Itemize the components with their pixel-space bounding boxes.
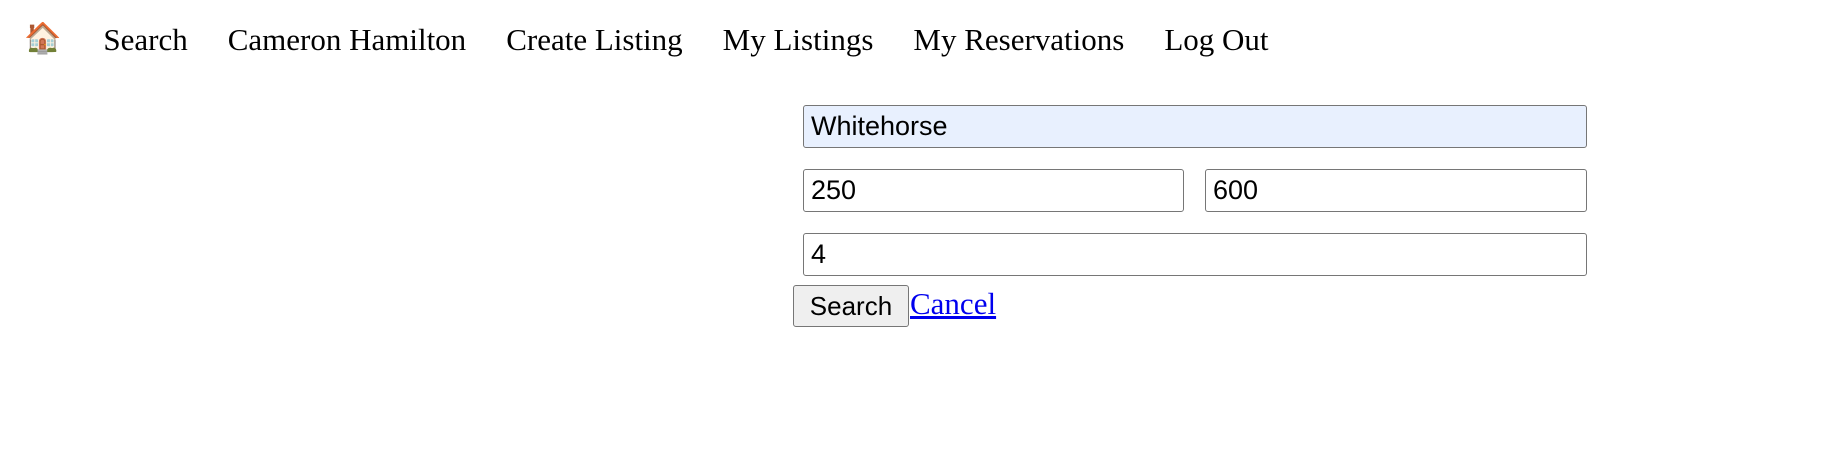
nav-log-out-link[interactable]: Log Out — [1164, 24, 1268, 55]
nav-user-profile-link[interactable]: Cameron Hamilton — [228, 24, 466, 55]
cancel-link[interactable]: Cancel — [910, 286, 996, 322]
search-button[interactable]: Search — [793, 285, 909, 327]
nav-create-listing-link[interactable]: Create Listing — [506, 24, 682, 55]
nav-search-link[interactable]: Search — [103, 24, 187, 55]
nav-my-reservations-link[interactable]: My Reservations — [913, 24, 1124, 55]
min-price-input[interactable] — [803, 169, 1184, 212]
home-icon[interactable]: 🏠 — [24, 24, 61, 54]
max-price-input[interactable] — [1205, 169, 1587, 212]
guests-input[interactable] — [803, 233, 1587, 276]
nav-my-listings-link[interactable]: My Listings — [723, 24, 874, 55]
location-input[interactable] — [803, 105, 1587, 148]
top-nav: 🏠 Search Cameron Hamilton Create Listing… — [24, 14, 1309, 64]
